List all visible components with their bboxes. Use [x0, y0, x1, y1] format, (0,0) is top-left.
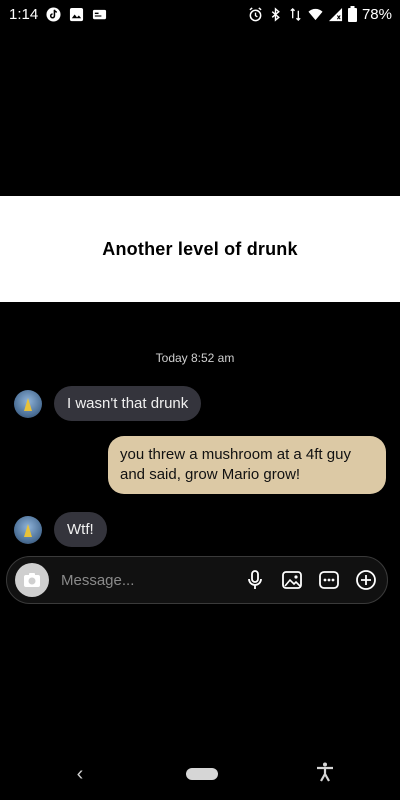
- status-bar: 1:14 78%: [0, 0, 400, 28]
- message-bubble-outgoing: you threw a mushroom at a 4ft guy and sa…: [108, 436, 386, 494]
- status-left: 1:14: [9, 6, 107, 23]
- bluetooth-icon: [268, 6, 283, 22]
- sticker-button[interactable]: [316, 567, 342, 593]
- status-right: 78%: [248, 6, 392, 23]
- message-row-incoming: Wtf!: [14, 512, 107, 547]
- image-icon: [282, 571, 302, 589]
- status-time: 1:14: [9, 5, 39, 23]
- sticker-icon: [319, 571, 339, 589]
- battery-icon: [347, 6, 357, 22]
- avatar: [14, 515, 42, 544]
- camera-icon: [24, 573, 40, 587]
- message-bubble-incoming: I wasn't that drunk: [54, 386, 202, 421]
- message-row-incoming: I wasn't that drunk: [14, 386, 202, 421]
- navigation-bar: ‹: [0, 748, 400, 800]
- home-pill[interactable]: [186, 768, 218, 780]
- camera-button[interactable]: [15, 563, 49, 597]
- gallery-icon: [69, 7, 84, 22]
- microphone-icon: [248, 570, 262, 589]
- video-frame[interactable]: Another level of drunk Today 8:52 am I w…: [0, 196, 400, 604]
- data-arrows-icon: [288, 7, 303, 22]
- accessibility-icon: [317, 762, 333, 782]
- image-button[interactable]: [279, 567, 305, 593]
- card-icon: [92, 7, 107, 22]
- caption-band: Another level of drunk: [0, 196, 400, 302]
- battery-percent: 78%: [361, 5, 392, 23]
- tiktok-icon: [46, 6, 61, 22]
- alarm-icon: [248, 6, 263, 22]
- accessibility-button[interactable]: [314, 761, 336, 788]
- back-button[interactable]: ‹: [70, 763, 90, 786]
- add-button[interactable]: [353, 567, 379, 593]
- message-input[interactable]: [59, 570, 231, 590]
- message-bubble-incoming: Wtf!: [54, 512, 107, 547]
- message-composer: [6, 556, 388, 604]
- avatar: [14, 389, 42, 418]
- signal-icon: [328, 7, 343, 22]
- plus-circle-icon: [356, 570, 376, 590]
- caption-text: Another level of drunk: [102, 238, 298, 259]
- wifi-icon: [308, 7, 323, 22]
- microphone-button[interactable]: [242, 567, 268, 593]
- chat-timestamp: Today 8:52 am: [155, 351, 235, 365]
